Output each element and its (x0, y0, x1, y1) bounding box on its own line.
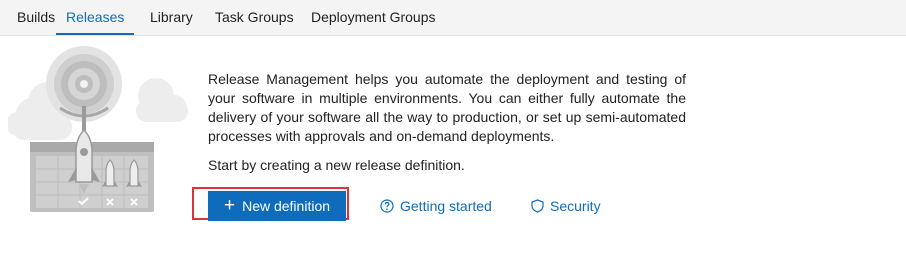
security-link[interactable]: Security (531, 196, 601, 216)
tab-deployment-groups-label: Deployment Groups (311, 9, 436, 25)
tab-bar: Builds Releases Library Task Groups Depl… (0, 0, 906, 36)
active-tab-indicator (56, 33, 135, 35)
tab-task-groups[interactable]: Task Groups (215, 0, 294, 35)
tab-task-groups-label: Task Groups (215, 9, 294, 25)
plus-icon: + (223, 194, 236, 216)
cloud-right (136, 78, 188, 122)
security-label: Security (550, 198, 601, 214)
getting-started-label: Getting started (400, 198, 492, 214)
shield-icon (531, 199, 544, 213)
new-definition-label: New definition (242, 198, 331, 214)
question-circle-icon (380, 199, 394, 213)
new-definition-button[interactable]: + New definition (208, 191, 346, 221)
tab-deployment-groups[interactable]: Deployment Groups (311, 0, 436, 35)
tab-library[interactable]: Library (150, 0, 193, 35)
tab-builds-label: Builds (17, 9, 56, 25)
release-description: Release Management helps you automate th… (208, 71, 686, 144)
tab-library-label: Library (150, 9, 193, 25)
start-instructions: Start by creating a new release definiti… (208, 157, 465, 173)
getting-started-link[interactable]: Getting started (380, 196, 492, 216)
tab-releases-label: Releases (66, 9, 125, 25)
tab-releases[interactable]: Releases (56, 0, 135, 35)
tab-builds[interactable]: Builds (17, 0, 55, 35)
rocket-launch-illustration (8, 46, 188, 212)
